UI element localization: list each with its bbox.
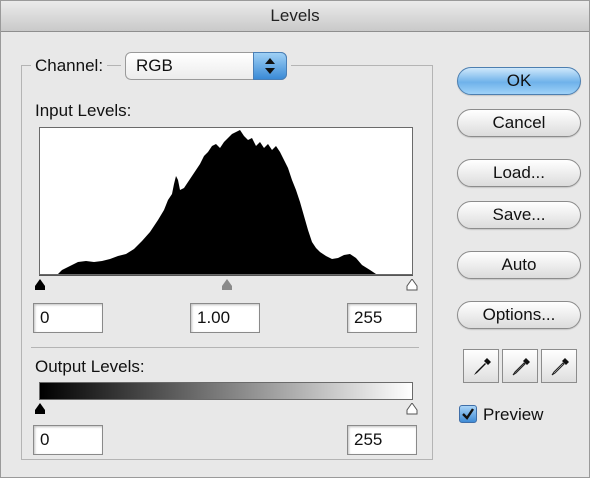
gray-eyedropper-button[interactable] bbox=[502, 349, 538, 383]
options-button[interactable]: Options... bbox=[457, 301, 581, 329]
preview-checkbox[interactable] bbox=[459, 405, 477, 423]
eyedropper-white-icon bbox=[551, 358, 569, 376]
output-gradient-bar bbox=[39, 382, 413, 400]
black-eyedropper-button[interactable] bbox=[463, 349, 499, 383]
eyedropper-black-icon bbox=[474, 358, 491, 375]
up-down-arrows-icon[interactable] bbox=[253, 52, 287, 80]
output-black-field[interactable]: 0 bbox=[33, 425, 103, 455]
input-white-point-handle[interactable] bbox=[405, 279, 419, 291]
output-levels-label: Output Levels: bbox=[35, 357, 145, 376]
input-gamma-handle[interactable] bbox=[220, 279, 234, 291]
input-black-field[interactable]: 0 bbox=[33, 303, 103, 333]
ok-button[interactable]: OK bbox=[457, 67, 581, 95]
auto-button[interactable]: Auto bbox=[457, 251, 581, 279]
section-divider bbox=[31, 347, 419, 348]
window-title: Levels bbox=[1, 1, 589, 32]
channel-select[interactable]: RGB bbox=[125, 52, 287, 80]
preview-label[interactable]: Preview bbox=[483, 405, 543, 425]
input-levels-label: Input Levels: bbox=[35, 101, 132, 120]
levels-dialog: Levels Channel: RGB Input Levels: 0 1.00… bbox=[0, 0, 590, 478]
input-slider-track[interactable] bbox=[39, 275, 413, 276]
input-black-point-handle[interactable] bbox=[33, 279, 47, 291]
output-white-handle[interactable] bbox=[405, 403, 419, 415]
channel-select-value: RGB bbox=[136, 56, 173, 75]
cancel-button[interactable]: Cancel bbox=[457, 109, 581, 137]
input-white-field[interactable]: 255 bbox=[347, 303, 417, 333]
output-white-field[interactable]: 255 bbox=[347, 425, 417, 455]
eyedropper-gray-icon bbox=[512, 358, 530, 376]
white-eyedropper-button[interactable] bbox=[541, 349, 577, 383]
save-button[interactable]: Save... bbox=[457, 201, 581, 229]
histogram bbox=[39, 127, 413, 275]
output-black-handle[interactable] bbox=[33, 403, 47, 415]
channel-label: Channel: bbox=[31, 56, 108, 76]
histogram-shape bbox=[58, 130, 376, 274]
load-button[interactable]: Load... bbox=[457, 159, 581, 187]
input-gamma-field[interactable]: 1.00 bbox=[190, 303, 260, 333]
histogram-graph bbox=[58, 130, 376, 274]
checkmark-icon bbox=[462, 408, 474, 420]
